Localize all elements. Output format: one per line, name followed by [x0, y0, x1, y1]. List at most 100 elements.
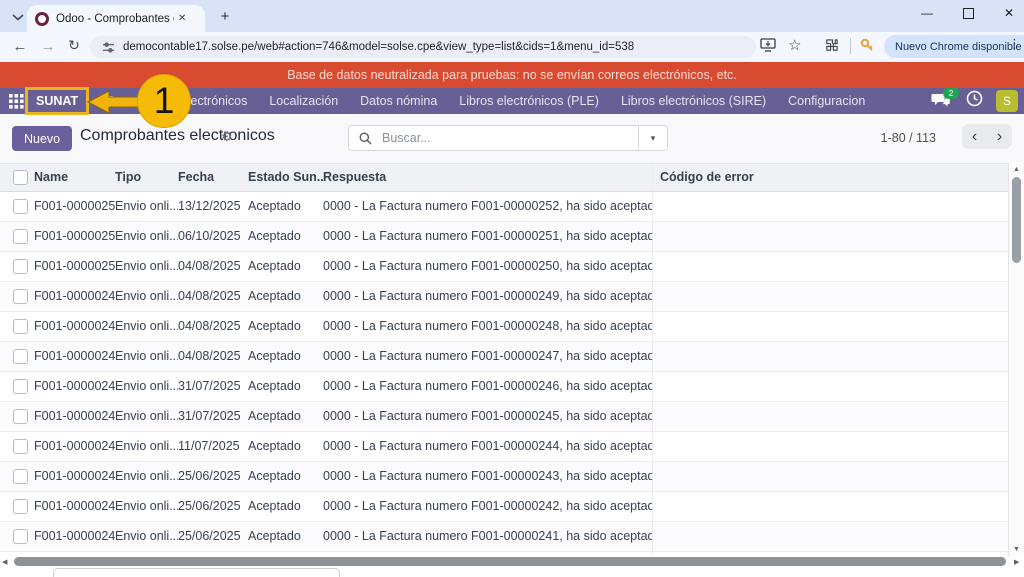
table-row[interactable]: F001-00000242Envio onli...25/06/2025Acep…: [0, 492, 1008, 522]
apps-grid-icon[interactable]: [9, 94, 24, 114]
tab-search-chevron-icon[interactable]: [7, 6, 29, 28]
table-row[interactable]: F001-00000246Envio onli...31/07/2025Acep…: [0, 372, 1008, 402]
messages-button[interactable]: 2: [931, 92, 953, 110]
pager-range: 1-80 / 113: [856, 131, 936, 145]
search-dropdown-caret-icon[interactable]: ▾: [638, 126, 667, 150]
row-checkbox[interactable]: [13, 229, 28, 244]
row-checkbox[interactable]: [13, 319, 28, 334]
pager-previous-button[interactable]: ‹: [962, 124, 987, 149]
row-checkbox[interactable]: [13, 469, 28, 484]
password-key-icon[interactable]: [860, 38, 874, 57]
nav-item-libros-ple[interactable]: Libros electrónicos (PLE): [448, 88, 610, 114]
row-checkbox[interactable]: [13, 379, 28, 394]
cell-codigo: [652, 252, 1008, 281]
cell-name: F001-00000241: [34, 522, 115, 551]
user-avatar[interactable]: S: [996, 90, 1018, 112]
row-checkbox[interactable]: [13, 289, 28, 304]
scroll-up-arrow-icon[interactable]: ▲: [1009, 166, 1024, 173]
window-minimize-button[interactable]: —: [921, 6, 933, 20]
scroll-right-arrow-icon[interactable]: ▶: [1014, 558, 1019, 566]
column-header-codigo[interactable]: Código de error: [652, 164, 1008, 191]
cell-tipo: Envio onli...: [115, 402, 178, 431]
nav-item-localizacion[interactable]: Localización: [258, 88, 349, 114]
browser-tab[interactable]: Odoo - Comprobantes electron ✕: [27, 5, 205, 32]
row-checkbox-cell: [0, 342, 34, 371]
cell-tipo: Envio onli...: [115, 462, 178, 491]
vertical-scrollbar[interactable]: ▲ ▼: [1008, 163, 1024, 556]
scroll-left-arrow-icon[interactable]: ◀: [2, 558, 7, 566]
cell-estado: Aceptado: [248, 462, 323, 491]
reload-button[interactable]: ↻: [64, 37, 84, 54]
new-record-button[interactable]: Nuevo: [12, 126, 72, 151]
forward-button[interactable]: →: [38, 38, 58, 55]
row-checkbox[interactable]: [13, 259, 28, 274]
row-checkbox[interactable]: [13, 409, 28, 424]
vertical-scrollbar-thumb[interactable]: [1012, 177, 1021, 263]
cell-codigo: [652, 402, 1008, 431]
cell-name: F001-00000251: [34, 222, 115, 251]
browser-menu-kebab-icon[interactable]: ⋮: [1008, 36, 1021, 52]
site-settings-icon[interactable]: [102, 41, 115, 54]
cell-codigo: [652, 192, 1008, 221]
row-checkbox[interactable]: [13, 199, 28, 214]
row-checkbox-cell: [0, 222, 34, 251]
cell-respuesta: 0000 - La Factura numero F001-00000246, …: [323, 372, 652, 401]
cell-tipo: Envio onli...: [115, 342, 178, 371]
row-checkbox-cell: [0, 252, 34, 281]
bookmark-star-icon[interactable]: ☆: [788, 36, 801, 54]
search-input[interactable]: [380, 130, 614, 146]
table-row[interactable]: F001-00000250Envio onli...04/08/2025Acep…: [0, 252, 1008, 282]
column-header-fecha[interactable]: Fecha: [178, 164, 248, 191]
view-settings-gear-icon[interactable]: ⚙: [221, 129, 233, 145]
window-close-button[interactable]: ✕: [1004, 6, 1014, 20]
row-checkbox[interactable]: [13, 439, 28, 454]
table-row[interactable]: F001-00000251Envio onli...06/10/2025Acep…: [0, 222, 1008, 252]
scroll-down-arrow-icon[interactable]: ▼: [1009, 546, 1024, 553]
cell-fecha: 13/12/2025: [178, 192, 248, 221]
cell-tipo: Envio onli...: [115, 222, 178, 251]
window-maximize-button[interactable]: [963, 8, 974, 19]
cell-codigo: [652, 282, 1008, 311]
table-row[interactable]: F001-00000243Envio onli...25/06/2025Acep…: [0, 462, 1008, 492]
new-tab-button[interactable]: +: [216, 7, 234, 25]
column-header-name[interactable]: Name: [34, 164, 115, 191]
cell-fecha: 04/08/2025: [178, 252, 248, 281]
row-checkbox[interactable]: [13, 529, 28, 544]
install-app-icon[interactable]: [760, 38, 776, 57]
table-row[interactable]: F001-00000252Envio onli...13/12/2025Acep…: [0, 192, 1008, 222]
extensions-puzzle-icon[interactable]: [824, 38, 839, 58]
horizontal-scrollbar[interactable]: ◀ ▶: [0, 556, 1024, 568]
cell-estado: Aceptado: [248, 372, 323, 401]
chrome-update-chip[interactable]: Nuevo Chrome disponible: [884, 35, 1024, 58]
table-row[interactable]: F001-00000248Envio onli...04/08/2025Acep…: [0, 312, 1008, 342]
annotation-step-number: 1: [154, 80, 175, 122]
activities-clock-button[interactable]: [966, 90, 983, 112]
row-checkbox[interactable]: [13, 349, 28, 364]
cell-respuesta: 0000 - La Factura numero F001-00000248, …: [323, 312, 652, 341]
table-row[interactable]: F001-00000245Envio onli...31/07/2025Acep…: [0, 402, 1008, 432]
nav-item-configuracion[interactable]: Configuracion: [777, 88, 876, 114]
table-row[interactable]: F001-00000247Envio onli...04/08/2025Acep…: [0, 342, 1008, 372]
browser-tab-strip: Odoo - Comprobantes electron ✕ + — ✕: [0, 0, 1024, 32]
toolbar-divider: [850, 38, 851, 54]
table-row[interactable]: F001-00000241Envio onli...25/06/2025Acep…: [0, 522, 1008, 552]
cell-tipo: Envio onli...: [115, 192, 178, 221]
column-header-estado[interactable]: Estado Sun...: [248, 164, 323, 191]
nav-item-libros-sire[interactable]: Libros electrónicos (SIRE): [610, 88, 777, 114]
cell-tipo: Envio onli...: [115, 492, 178, 521]
cell-respuesta: 0000 - La Factura numero F001-00000241, …: [323, 522, 652, 551]
column-header-respuesta[interactable]: Respuesta: [323, 164, 652, 191]
cell-estado: Aceptado: [248, 222, 323, 251]
row-checkbox[interactable]: [13, 499, 28, 514]
table-row[interactable]: F001-00000249Envio onli...04/08/2025Acep…: [0, 282, 1008, 312]
address-bar[interactable]: democontable17.solse.pe/web#action=746&m…: [90, 36, 756, 58]
select-all-checkbox[interactable]: [13, 170, 28, 185]
search-bar[interactable]: ▾: [348, 125, 668, 151]
horizontal-scrollbar-thumb[interactable]: [14, 557, 1006, 566]
nav-item-datos-nomina[interactable]: Datos nómina: [349, 88, 448, 114]
table-row[interactable]: F001-00000244Envio onli...11/07/2025Acep…: [0, 432, 1008, 462]
column-header-tipo[interactable]: Tipo: [115, 164, 178, 191]
back-button[interactable]: ←: [10, 38, 30, 55]
pager-next-button[interactable]: ›: [987, 124, 1012, 149]
tab-close-icon[interactable]: ✕: [178, 13, 186, 24]
